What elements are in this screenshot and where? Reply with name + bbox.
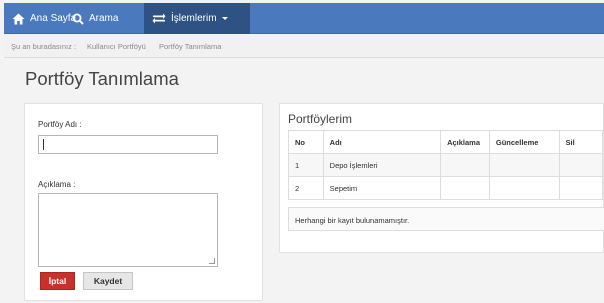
portfolio-form-panel: Portföy Adı : Açıklama : İptal Kaydet <box>24 103 263 301</box>
cell-name: Sepetim <box>322 176 442 200</box>
table-row[interactable]: 1 Depo İşlemleri <box>288 153 603 177</box>
nav-home[interactable]: Ana Sayfa <box>12 3 76 34</box>
cancel-button[interactable]: İptal <box>40 272 75 290</box>
cell-description <box>440 153 490 177</box>
column-description: Açıklama <box>440 130 490 154</box>
portfolios-panel: Portföylerim No Adı Açıklama Güncelleme … <box>279 103 604 253</box>
portfolios-table: No Adı Açıklama Güncelleme Sil 1 Depo İş… <box>288 130 603 200</box>
column-name: Adı <box>322 130 442 154</box>
breadcrumb-item-portfolio-definition[interactable]: Portföy Tanımlama <box>159 42 221 51</box>
cell-name: Depo İşlemleri <box>322 153 442 177</box>
table-row[interactable]: 2 Sepetim <box>288 176 603 200</box>
description-label: Açıklama : <box>38 180 76 189</box>
cell-delete[interactable] <box>558 153 603 177</box>
cell-no: 2 <box>288 176 324 200</box>
nav-search[interactable]: Arama <box>72 3 118 34</box>
nav-home-label: Ana Sayfa <box>30 13 77 24</box>
portfolios-title: Portföylerim <box>288 112 353 126</box>
cell-delete[interactable] <box>558 176 603 200</box>
column-no: No <box>288 130 324 154</box>
search-icon <box>72 13 84 25</box>
text-cursor <box>43 139 44 150</box>
transfer-icon <box>152 13 166 24</box>
home-icon <box>12 13 25 25</box>
cell-update[interactable] <box>488 153 560 177</box>
cell-no: 1 <box>288 153 324 177</box>
column-update: Güncelleme <box>488 130 560 154</box>
description-textarea[interactable] <box>38 193 218 267</box>
resize-grip-icon[interactable] <box>209 258 215 264</box>
portfolio-name-input[interactable] <box>38 135 218 154</box>
top-navbar: Ana Sayfa Arama İşlemlerim <box>4 3 604 34</box>
nav-search-label: Arama <box>89 13 119 24</box>
breadcrumb: Şu an buradasınız : Kullanıcı Portföyü P… <box>4 34 604 58</box>
portfolio-name-label: Portföy Adı : <box>38 120 82 129</box>
breadcrumb-item-user-portfolio[interactable]: Kullanıcı Portföyü <box>87 42 146 51</box>
save-button[interactable]: Kaydet <box>83 272 133 290</box>
nav-operations-label: İşlemlerim <box>171 13 217 24</box>
breadcrumb-prefix: Şu an buradasınız : <box>11 42 77 51</box>
empty-records-message: Herhangi bir kayıt bulunamamıştır. <box>288 207 604 231</box>
table-header-row: No Adı Açıklama Güncelleme Sil <box>288 130 603 154</box>
cell-update[interactable] <box>488 176 560 200</box>
column-delete: Sil <box>558 130 603 154</box>
nav-operations-dropdown[interactable]: İşlemlerim <box>144 3 250 34</box>
chevron-down-icon <box>221 17 228 20</box>
cell-description <box>440 176 490 200</box>
page-title: Portföy Tanımlama <box>25 68 179 89</box>
